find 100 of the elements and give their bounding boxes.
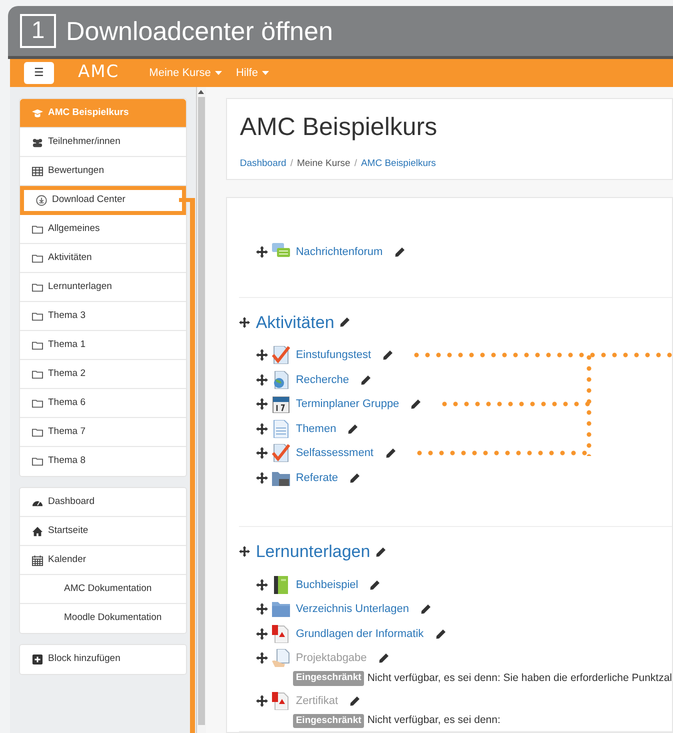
restricted-badge: Eingeschränkt xyxy=(292,671,364,686)
edit-pencil-icon[interactable] xyxy=(386,448,396,458)
move-icon[interactable] xyxy=(256,349,268,362)
move-icon[interactable] xyxy=(256,603,268,616)
edit-pencil-icon[interactable] xyxy=(350,696,360,706)
breadcrumb-item[interactable]: AMC Beispielkurs xyxy=(360,157,436,172)
sidebar-label: Kalender xyxy=(48,552,86,567)
folder-icon xyxy=(32,224,43,234)
sidebar-label: Bewertungen xyxy=(48,164,104,178)
edit-pencil-icon[interactable] xyxy=(378,653,389,664)
sidebar-label: Startseite xyxy=(48,524,88,538)
hand-document-icon xyxy=(272,649,290,668)
move-icon[interactable] xyxy=(256,578,268,591)
activity-link[interactable]: Selfassessment xyxy=(296,445,374,462)
document-icon xyxy=(272,420,290,438)
course-title: AMC Beispielkurs xyxy=(240,112,438,143)
folder-icon xyxy=(32,368,43,380)
activity-link[interactable]: Verzeichnis Unterlagen xyxy=(296,601,409,618)
activity-link[interactable]: Buchbeispiel xyxy=(296,576,358,593)
move-icon[interactable] xyxy=(256,398,268,410)
edit-pencil-icon[interactable] xyxy=(394,247,405,258)
sidebar-item[interactable]: Kalender xyxy=(20,546,186,575)
edit-pencil-icon[interactable] xyxy=(436,628,446,639)
move-icon[interactable] xyxy=(238,316,250,328)
pdf-document-icon xyxy=(272,624,290,643)
activity-link[interactable]: Recherche xyxy=(296,372,350,388)
caret-icon xyxy=(262,71,269,75)
sidebar-item[interactable]: Thema 3 xyxy=(20,302,186,331)
sidebar-label: Teilnehmer/innen xyxy=(48,134,120,149)
activity-link[interactable]: Nachrichtenforum xyxy=(296,244,383,260)
sidebar-item[interactable]: Moodle Dokumentation xyxy=(20,604,186,633)
caret-icon xyxy=(214,71,222,75)
edit-pencil-icon[interactable] xyxy=(376,546,386,557)
sidebar-item[interactable]: Aktivitäten xyxy=(20,244,186,273)
download-icon xyxy=(36,195,47,206)
sidebar-item[interactable]: Bewertungen xyxy=(20,157,186,186)
sidebar-item[interactable]: Thema 8 xyxy=(20,447,186,476)
home-icon xyxy=(32,526,43,536)
edit-pencil-icon[interactable] xyxy=(370,580,380,590)
edit-pencil-icon[interactable] xyxy=(340,317,350,328)
scrollbar-thumb[interactable] xyxy=(198,97,205,725)
move-icon[interactable] xyxy=(256,694,268,707)
activity-link[interactable]: Grundlagen der Informatik xyxy=(296,626,424,642)
sidebar-label: Allgemeines xyxy=(48,222,100,236)
sidebar-label: Thema 8 xyxy=(48,454,86,468)
move-icon[interactable] xyxy=(256,447,268,460)
checkmark-document-icon xyxy=(272,444,290,462)
sidebar-item[interactable]: Dashboard xyxy=(20,488,186,517)
scroll-up-icon[interactable] xyxy=(198,90,204,94)
graduation-cap-icon xyxy=(32,108,43,118)
sidebar-label: AMC Dokumentation xyxy=(64,582,152,596)
sidebar-item[interactable]: Thema 1 xyxy=(20,331,186,360)
edit-pencil-icon[interactable] xyxy=(411,399,422,410)
edit-pencil-icon[interactable] xyxy=(420,604,431,614)
menu-button[interactable]: ☰ xyxy=(24,62,54,84)
step-number: 1 xyxy=(20,14,56,48)
breadcrumb-item[interactable]: Dashboard xyxy=(240,157,286,172)
calendar-icon xyxy=(32,554,43,566)
sidebar-label: Thema 2 xyxy=(48,366,86,381)
activity-link[interactable]: Themen xyxy=(296,420,336,437)
folder-icon xyxy=(32,310,43,322)
sidebar-label: Thema 7 xyxy=(48,424,86,439)
edit-pencil-icon[interactable] xyxy=(350,472,360,483)
folder-icon xyxy=(32,282,43,292)
sidebar-item[interactable]: Teilnehmer/innen xyxy=(20,128,186,157)
sidebar-label: Download Center xyxy=(52,193,126,208)
move-icon[interactable] xyxy=(256,472,268,484)
edit-pencil-icon[interactable] xyxy=(361,374,372,385)
breadcrumb-item[interactable]: Meine Kurse xyxy=(296,157,350,172)
sidebar-item[interactable]: Startseite xyxy=(20,517,186,546)
sidebar-label: Thema 6 xyxy=(48,396,86,410)
sidebar-label: Aktivitäten xyxy=(48,250,92,265)
restriction-note: Nicht verfügbar, es sei denn: xyxy=(367,713,500,728)
sidebar-item[interactable]: Thema 2 xyxy=(20,360,186,389)
sidebar-item[interactable]: Download Center xyxy=(20,186,186,215)
edit-pencil-icon[interactable] xyxy=(348,424,358,434)
sidebar-item[interactable]: Thema 7 xyxy=(20,418,186,447)
sidebar-item[interactable]: Lernunterlagen xyxy=(20,273,186,302)
activity-link[interactable]: Terminplaner Gruppe xyxy=(296,396,400,412)
book-icon xyxy=(272,576,290,594)
users-icon xyxy=(32,136,43,148)
edit-pencil-icon[interactable] xyxy=(383,350,394,360)
sidebar-item[interactable]: AMC Dokumentation xyxy=(20,575,186,604)
move-icon[interactable] xyxy=(256,246,268,258)
move-icon[interactable] xyxy=(256,628,268,640)
sidebar-item[interactable]: Allgemeines xyxy=(20,215,186,244)
move-icon[interactable] xyxy=(256,422,268,435)
activity-link[interactable]: Einstufungstest xyxy=(296,347,372,364)
sidebar-label: Thema 1 xyxy=(48,338,86,352)
move-icon[interactable] xyxy=(238,546,250,558)
sidebar-label: Lernunterlagen xyxy=(48,280,112,294)
add-block-icon xyxy=(32,654,43,665)
checkmark-document-icon xyxy=(272,346,290,364)
move-icon[interactable] xyxy=(256,374,268,386)
sidebar-label: Dashboard xyxy=(48,494,94,509)
activity-link[interactable]: Referate xyxy=(296,470,338,486)
move-icon[interactable] xyxy=(256,652,268,664)
sidebar-item[interactable]: Block hinzufügen xyxy=(20,645,186,674)
sidebar-item[interactable]: Thema 6 xyxy=(20,389,186,418)
restriction-note: Nicht verfügbar, es sei denn: Sie haben die erforderliche Punktzal xyxy=(367,670,672,686)
